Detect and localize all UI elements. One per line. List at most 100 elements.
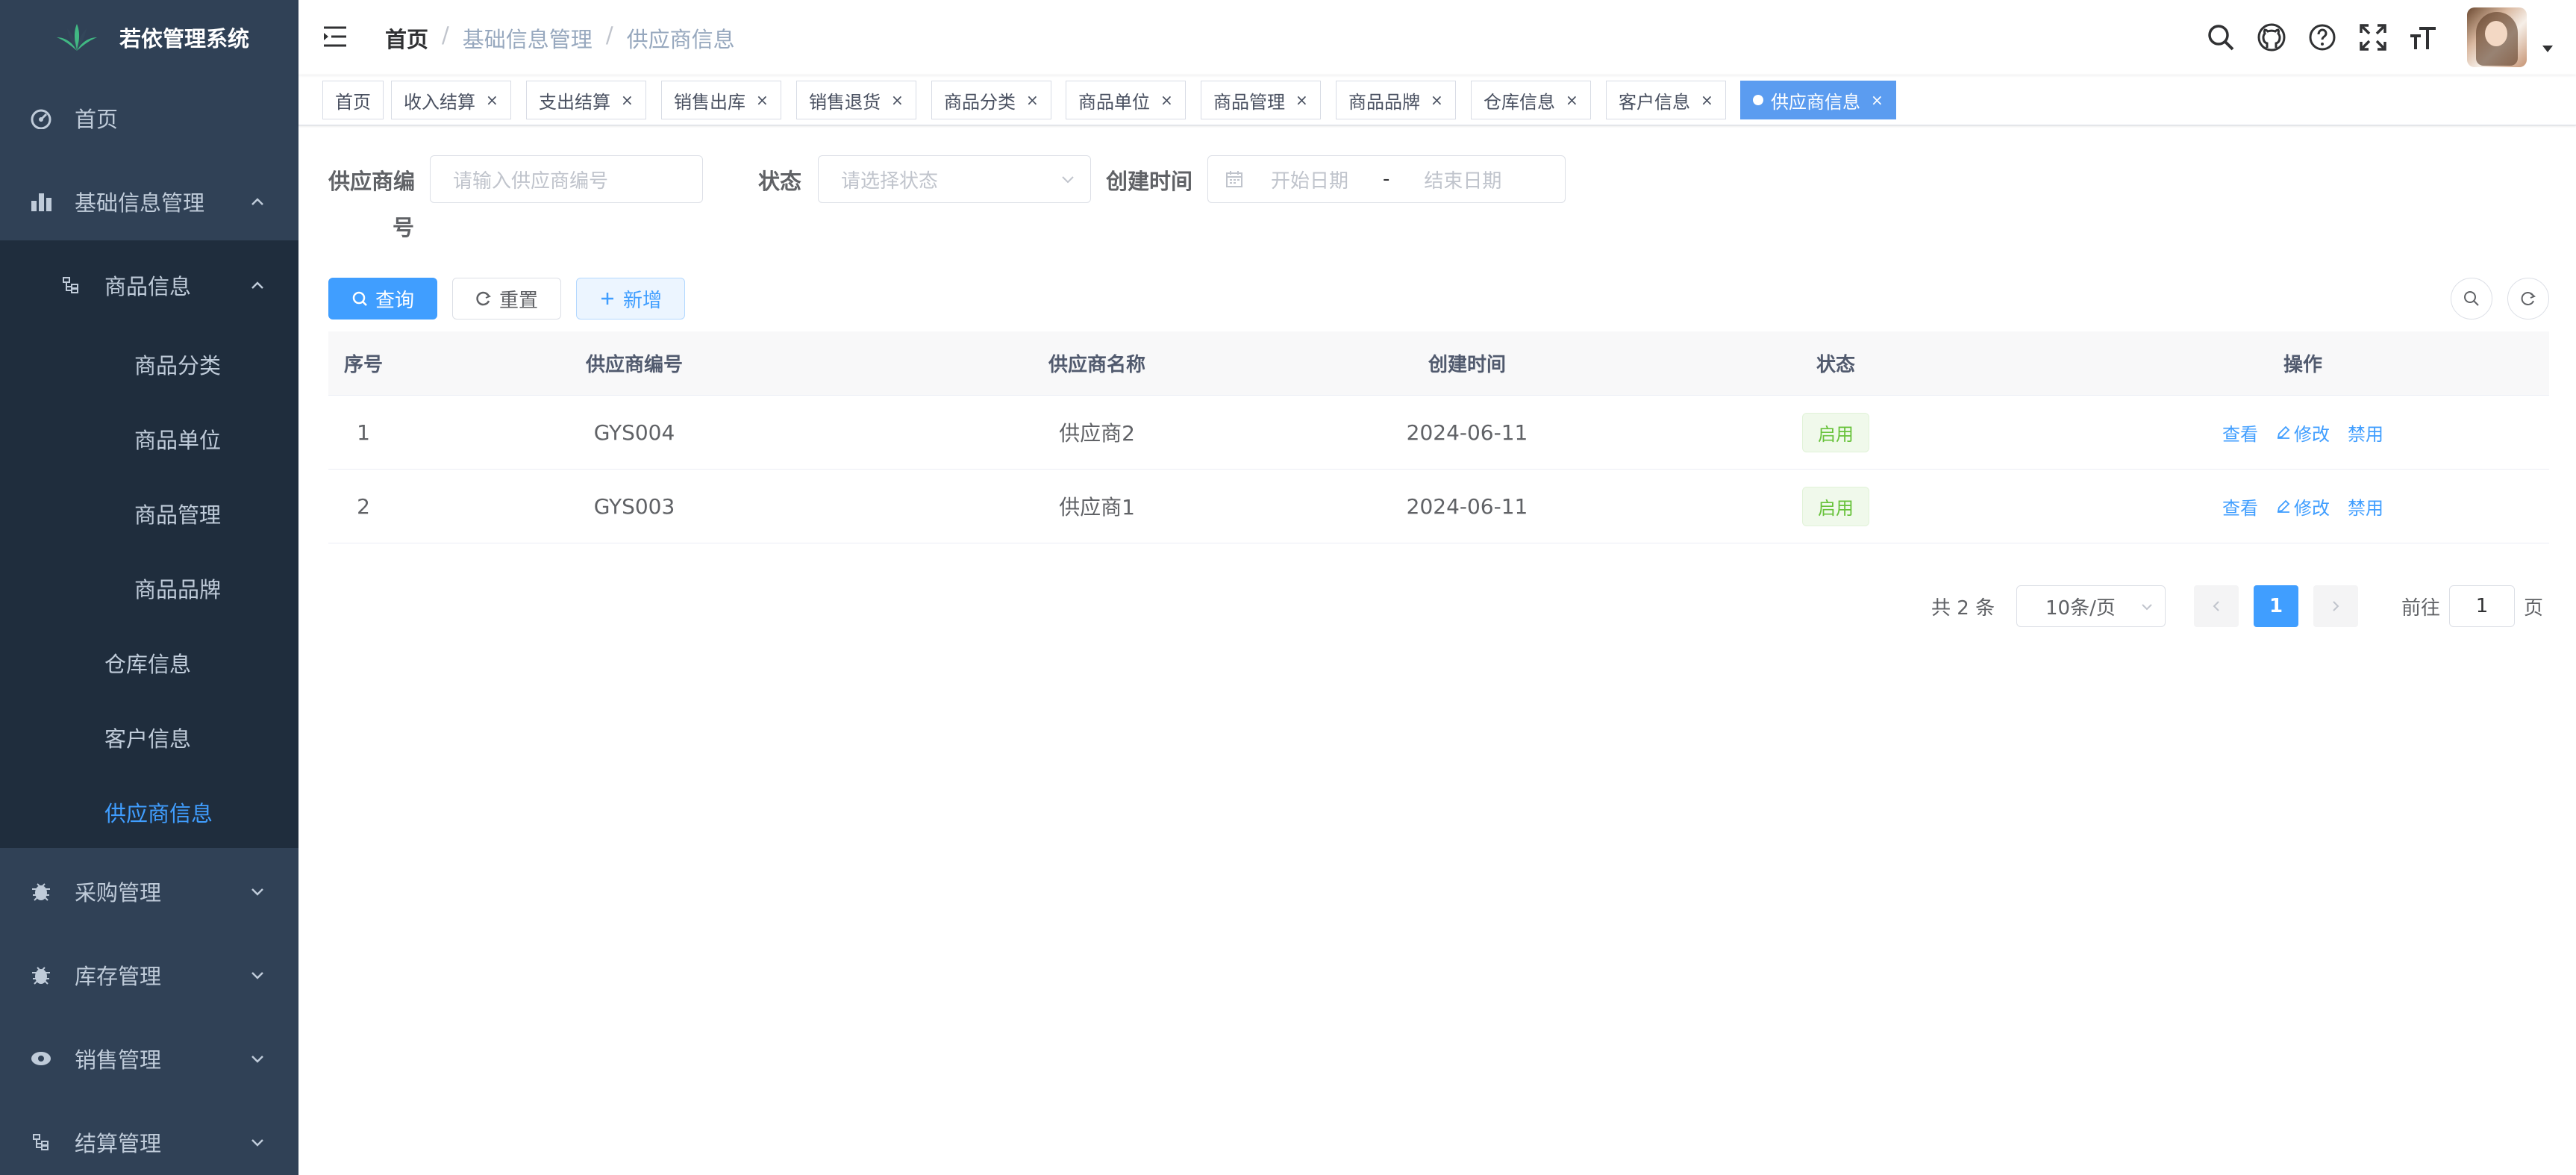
sidebar-item-category[interactable]: 商品分类 bbox=[0, 327, 298, 402]
table-header: 序号 供应商编号 供应商名称 创建时间 状态 操作 bbox=[328, 331, 2549, 396]
sidebar-item-warehouse[interactable]: 仓库信息 bbox=[0, 626, 298, 700]
app-title: 若依管理系统 bbox=[119, 26, 250, 52]
sidebar-item-inventory[interactable]: 库存管理 bbox=[0, 933, 298, 1017]
search-button[interactable]: 查询 bbox=[328, 278, 437, 320]
goto-page-input[interactable]: 1 bbox=[2449, 585, 2515, 627]
edit-link[interactable]: 修改 bbox=[2276, 420, 2330, 446]
avatar[interactable] bbox=[2467, 7, 2527, 67]
logo[interactable]: 若依管理系统 bbox=[0, 0, 298, 75]
close-icon[interactable]: × bbox=[486, 91, 498, 109]
edit-link[interactable]: 修改 bbox=[2276, 493, 2330, 520]
tag-product-brand[interactable]: 商品品牌 × bbox=[1336, 81, 1456, 119]
supplier-code-input[interactable]: 请输入供应商编号 bbox=[430, 155, 703, 203]
add-button[interactable]: 新增 bbox=[576, 278, 685, 320]
close-icon[interactable]: × bbox=[1566, 91, 1578, 109]
sidebar-item-label: 首页 bbox=[75, 107, 119, 132]
search-icon bbox=[2464, 291, 2479, 306]
caret-down-icon[interactable] bbox=[2540, 41, 2555, 56]
sidebar-item-product[interactable]: 商品管理 bbox=[0, 476, 298, 551]
tag-product-unit[interactable]: 商品单位 × bbox=[1066, 81, 1186, 119]
sidebar-item-unit[interactable]: 商品单位 bbox=[0, 402, 298, 476]
tag-product-category[interactable]: 商品分类 × bbox=[931, 81, 1051, 119]
close-icon[interactable]: × bbox=[621, 91, 634, 109]
tag-supplier[interactable]: 供应商信息 × bbox=[1740, 81, 1896, 119]
status-label: 状态 bbox=[758, 169, 802, 194]
tag-label: 销售退货 bbox=[809, 91, 881, 113]
sidebar-item-home[interactable]: 首页 bbox=[0, 76, 298, 160]
sidebar-item-settlement[interactable]: 结算管理 bbox=[0, 1100, 298, 1175]
view-link[interactable]: 查看 bbox=[2222, 420, 2258, 446]
view-link-label: 查看 bbox=[2222, 497, 2258, 519]
sidebar-item-label: 库存管理 bbox=[75, 964, 162, 989]
tag-label: 供应商信息 bbox=[1771, 91, 1860, 113]
sidebar-item-product-info[interactable]: 商品信息 bbox=[0, 243, 298, 327]
search-button-label: 查询 bbox=[375, 289, 414, 312]
table-row: 1 GYS004 供应商2 2024-06-11 启用 查看 修改 禁用 bbox=[328, 396, 2549, 470]
page-number-current[interactable]: 1 bbox=[2254, 585, 2298, 627]
refresh-table-button[interactable] bbox=[2507, 278, 2549, 320]
supplier-name: 供应商2 bbox=[1059, 421, 1135, 446]
sidebar-item-purchase[interactable]: 采购管理 bbox=[0, 850, 298, 933]
view-link[interactable]: 查看 bbox=[2222, 493, 2258, 520]
font-size-icon[interactable] bbox=[2407, 21, 2440, 54]
chevron-down-icon bbox=[251, 1056, 263, 1063]
bug-icon bbox=[30, 964, 52, 986]
date-start-input[interactable]: 开始日期 bbox=[1271, 166, 1348, 193]
next-page-button[interactable] bbox=[2313, 585, 2358, 627]
close-icon[interactable]: × bbox=[1431, 91, 1443, 109]
created-time: 2024-06-11 bbox=[1406, 493, 1528, 519]
sidebar-item-label: 客户信息 bbox=[104, 726, 192, 752]
tag-expense-settlement[interactable]: 支出结算 × bbox=[526, 81, 646, 119]
navbar: 首页 / 基础信息管理 / 供应商信息 bbox=[298, 0, 2576, 75]
chevron-up-icon bbox=[251, 198, 263, 205]
reset-button-label: 重置 bbox=[498, 289, 538, 312]
disable-link[interactable]: 禁用 bbox=[2348, 493, 2383, 520]
sidebar-item-label: 采购管理 bbox=[75, 880, 162, 906]
column-header: 创建时间 bbox=[1428, 354, 1506, 376]
prev-page-button[interactable] bbox=[2194, 585, 2239, 627]
close-icon[interactable]: × bbox=[1871, 91, 1883, 109]
sidebar-item-label: 商品分类 bbox=[134, 353, 222, 378]
sidebar-item-sales[interactable]: 销售管理 bbox=[0, 1017, 298, 1100]
breadcrumb-item: 基础信息管理 bbox=[462, 27, 593, 52]
tag-product-management[interactable]: 商品管理 × bbox=[1201, 81, 1321, 119]
toggle-search-button[interactable] bbox=[2451, 278, 2492, 320]
sidebar-item-customer[interactable]: 客户信息 bbox=[0, 700, 298, 775]
close-icon[interactable]: × bbox=[1295, 91, 1308, 109]
chevron-left-icon bbox=[2213, 601, 2219, 611]
date-range-picker[interactable]: 开始日期 - 结束日期 bbox=[1207, 155, 1566, 203]
tag-income-settlement[interactable]: 收入结算 × bbox=[391, 81, 511, 119]
tag-label: 支出结算 bbox=[539, 91, 610, 113]
tag-sales-return[interactable]: 销售退货 × bbox=[796, 81, 916, 119]
help-icon[interactable] bbox=[2306, 21, 2339, 54]
sidebar-item-label: 商品品牌 bbox=[134, 577, 222, 602]
tags-view: 首页 收入结算 × 支出结算 × 销售出库 × 销售退货 × 商品分类 × 商品单位 × 商… bbox=[298, 75, 2576, 125]
status-select[interactable]: 请选择状态 bbox=[818, 155, 1091, 203]
chevron-down-icon bbox=[251, 972, 263, 979]
tag-home[interactable]: 首页 bbox=[322, 81, 384, 119]
breadcrumb-item[interactable]: 首页 bbox=[385, 22, 428, 54]
search-icon[interactable] bbox=[2204, 21, 2237, 54]
date-end-input[interactable]: 结束日期 bbox=[1424, 166, 1501, 193]
close-icon[interactable]: × bbox=[1026, 91, 1039, 109]
close-icon[interactable]: × bbox=[891, 91, 904, 109]
tag-customer[interactable]: 客户信息 × bbox=[1606, 81, 1726, 119]
reset-button[interactable]: 重置 bbox=[452, 278, 561, 320]
sidebar-item-supplier[interactable]: 供应商信息 bbox=[0, 775, 298, 850]
disable-link[interactable]: 禁用 bbox=[2348, 420, 2383, 446]
hamburger-icon[interactable] bbox=[322, 25, 348, 48]
github-icon[interactable] bbox=[2255, 21, 2288, 54]
refresh-icon bbox=[2521, 292, 2536, 305]
close-icon[interactable]: × bbox=[756, 91, 769, 109]
close-icon[interactable]: × bbox=[1160, 91, 1173, 109]
sidebar-item-basic-info[interactable]: 基础信息管理 bbox=[0, 160, 298, 243]
fullscreen-icon[interactable] bbox=[2357, 21, 2389, 54]
page-size-select[interactable]: 10条/页 bbox=[2016, 585, 2166, 627]
edit-icon bbox=[2277, 499, 2290, 513]
created-time: 2024-06-11 bbox=[1406, 420, 1528, 445]
sidebar-item-brand[interactable]: 商品品牌 bbox=[0, 551, 298, 626]
tag-sales-outbound[interactable]: 销售出库 × bbox=[661, 81, 781, 119]
tag-warehouse[interactable]: 仓库信息 × bbox=[1471, 81, 1591, 119]
chevron-down-icon bbox=[2142, 604, 2152, 611]
close-icon[interactable]: × bbox=[1701, 91, 1713, 109]
